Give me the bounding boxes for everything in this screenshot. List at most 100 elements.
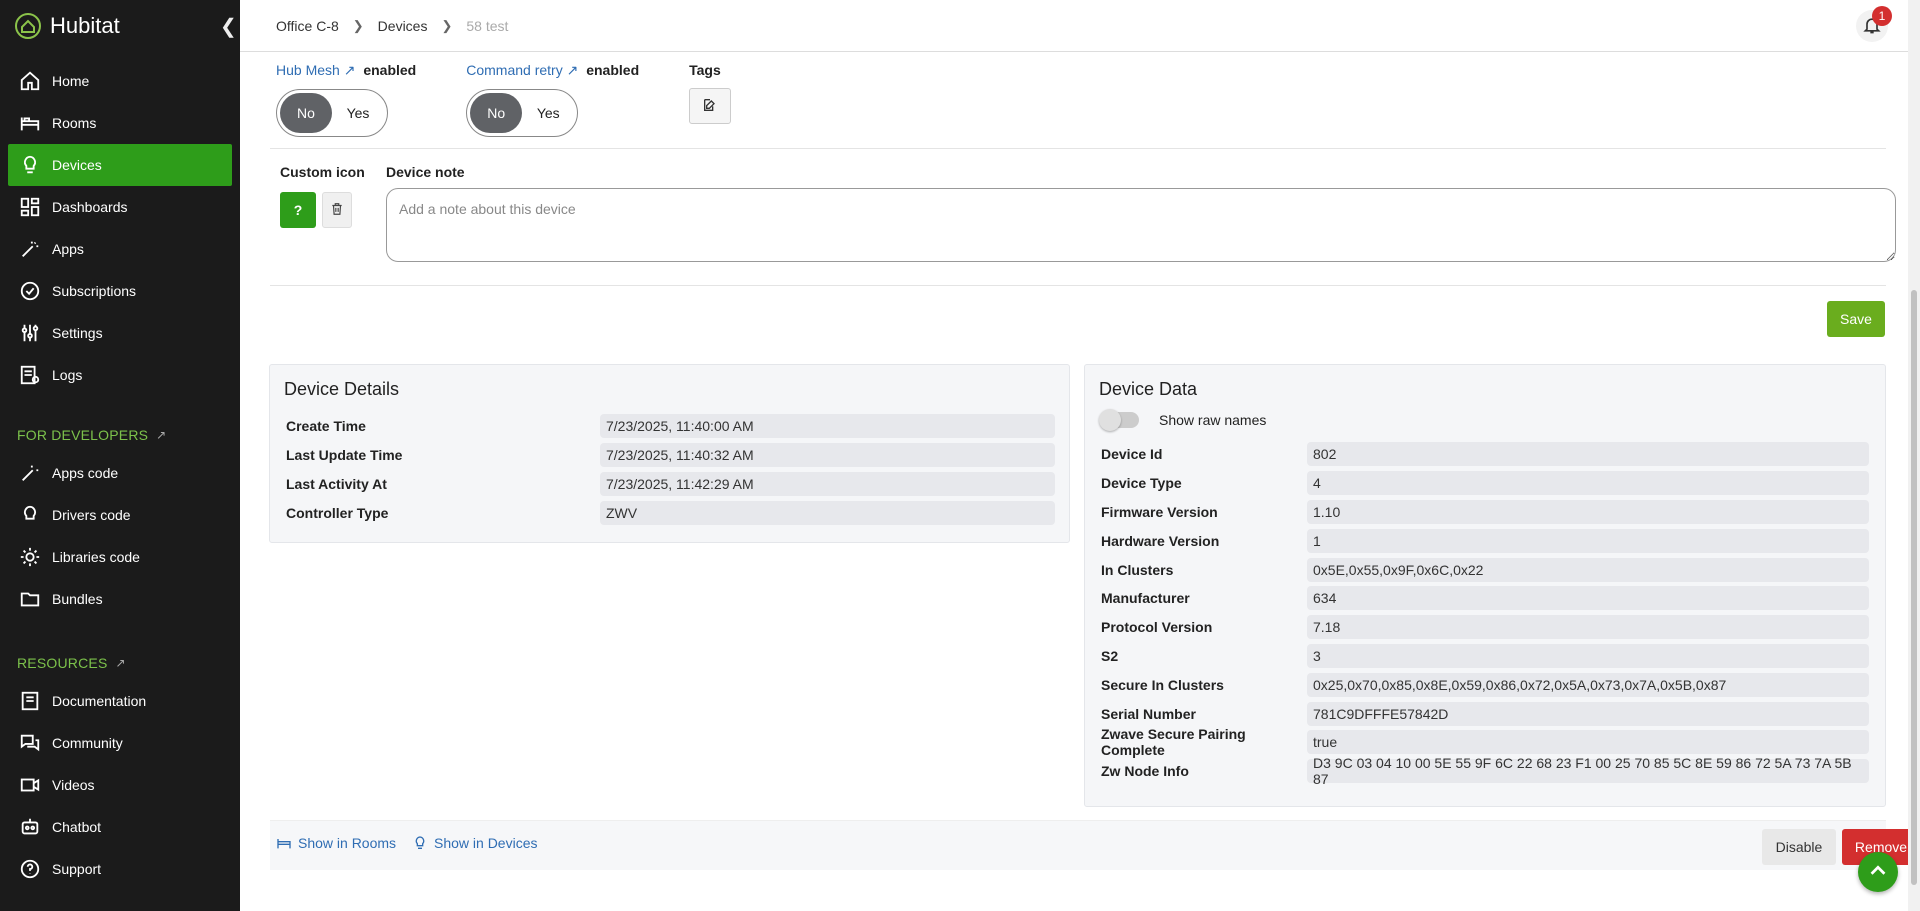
developers-heading-label: FOR DEVELOPERS — [17, 427, 149, 443]
folder-icon — [18, 587, 42, 611]
delete-icon-button[interactable] — [322, 192, 352, 228]
command-retry-no[interactable]: No — [470, 93, 523, 133]
show-in-devices-link[interactable]: Show in Devices — [412, 835, 538, 851]
sidebar-item-documentation[interactable]: Documentation — [8, 680, 232, 722]
data-row: In Clusters 0x5E,0x55,0x9F,0x6C,0x22 — [1099, 555, 1871, 584]
hub-mesh-state: enabled — [363, 62, 417, 78]
sidebar-item-logs[interactable]: Logs — [8, 354, 232, 396]
row-value: 7/23/2025, 11:40:00 AM — [600, 414, 1055, 439]
scroll-to-top-button[interactable] — [1858, 852, 1898, 892]
show-in-rooms-link[interactable]: Show in Rooms — [276, 835, 396, 851]
sidebar-item-label: Libraries code — [52, 549, 140, 565]
breadcrumb-devices[interactable]: Devices — [378, 18, 428, 34]
home-icon — [18, 69, 42, 93]
row-value: true — [1307, 730, 1869, 755]
sidebar-item-home[interactable]: Home — [8, 60, 232, 102]
device-note-label: Device note — [386, 164, 465, 180]
code-wand-icon — [18, 461, 42, 485]
collapse-sidebar-icon[interactable]: ❮ — [220, 14, 237, 39]
sidebar-item-subscriptions[interactable]: Subscriptions — [8, 270, 232, 312]
sidebar-item-label: Apps — [52, 241, 84, 257]
sidebar-item-label: Logs — [52, 367, 83, 383]
developers-heading[interactable]: FOR DEVELOPERS ↗ — [0, 420, 240, 450]
sidebar-item-support[interactable]: Support — [8, 848, 232, 890]
expand-icon[interactable]: ↗ — [156, 428, 166, 442]
bulb-icon — [18, 153, 42, 177]
row-key: Last Update Time — [286, 447, 403, 464]
sidebar-item-label: Documentation — [52, 693, 147, 709]
command-retry-toggle[interactable]: No Yes — [466, 89, 579, 137]
hubitat-logo-icon — [14, 12, 42, 40]
disable-button[interactable]: Disable — [1762, 829, 1836, 865]
scrollbar-thumb[interactable] — [1911, 290, 1917, 885]
chat-bubbles-icon — [18, 731, 42, 755]
external-link-icon[interactable]: ↗ — [567, 62, 579, 78]
logs-icon — [18, 363, 42, 387]
sidebar-item-label: Community — [52, 735, 123, 751]
resources-heading[interactable]: RESOURCES ↗ — [0, 648, 240, 678]
sidebar-item-bundles[interactable]: Bundles — [8, 578, 232, 620]
gear-code-icon — [18, 545, 42, 569]
sidebar-item-community[interactable]: Community — [8, 722, 232, 764]
sidebar-item-apps-code[interactable]: Apps code — [8, 452, 232, 494]
device-note-section: Device note — [386, 164, 1896, 265]
notifications-button[interactable]: 1 — [1856, 6, 1892, 42]
sidebar-item-label: Bundles — [52, 591, 103, 607]
data-row: Device Id 802 — [1099, 440, 1871, 469]
device-data-title: Device Data — [1099, 379, 1198, 399]
row-key: Manufacturer — [1101, 590, 1190, 607]
row-value: 3 — [1307, 643, 1869, 668]
device-note-input[interactable] — [386, 188, 1896, 262]
sidebar-item-drivers-code[interactable]: Drivers code — [8, 494, 232, 536]
save-button[interactable]: Save — [1827, 301, 1885, 337]
main-content: Office C-8 ❯ Devices ❯ 58 test 1 Hub Mes… — [240, 0, 1920, 911]
bed-icon — [18, 111, 42, 135]
command-retry-yes[interactable]: Yes — [522, 93, 574, 133]
expand-icon[interactable]: ↗ — [115, 656, 125, 670]
sidebar-item-chatbot[interactable]: Chatbot — [8, 806, 232, 848]
brand[interactable]: Hubitat — [0, 0, 240, 52]
sidebar-item-libraries-code[interactable]: Libraries code — [8, 536, 232, 578]
hub-mesh-no[interactable]: No — [280, 93, 332, 133]
sidebar-item-settings[interactable]: Settings — [8, 312, 232, 354]
command-retry-link[interactable]: Command retry — [466, 62, 562, 78]
show-in-devices-label: Show in Devices — [434, 835, 538, 851]
data-row: S2 3 — [1099, 642, 1871, 671]
main-nav: Home Rooms Devices Dashboards Apps Subsc… — [0, 60, 240, 396]
external-link-icon[interactable]: ↗ — [344, 62, 356, 78]
data-row: Secure In Clusters 0x25,0x70,0x85,0x8E,0x… — [1099, 670, 1871, 699]
hub-mesh-option: Hub Mesh ↗ enabled No Yes — [276, 62, 416, 137]
help-circle-icon — [18, 857, 42, 881]
sidebar-item-dashboards[interactable]: Dashboards — [8, 186, 232, 228]
custom-icon-button[interactable]: ? — [280, 192, 316, 228]
sidebar-item-label: Devices — [52, 157, 102, 173]
breadcrumb-hub[interactable]: Office C-8 — [276, 18, 339, 34]
show-in-rooms-label: Show in Rooms — [298, 835, 397, 851]
hub-mesh-link[interactable]: Hub Mesh — [276, 62, 340, 78]
command-retry-state: enabled — [586, 62, 640, 78]
sidebar-item-label: Home — [52, 73, 90, 89]
row-key: Hardware Version — [1101, 532, 1220, 549]
sidebar-item-label: Settings — [52, 325, 103, 341]
edit-tags-button[interactable] — [689, 88, 732, 124]
page-scrollbar[interactable] — [1908, 0, 1920, 911]
hub-mesh-yes[interactable]: Yes — [332, 93, 384, 133]
edit-icon — [702, 97, 718, 116]
row-value: 634 — [1307, 586, 1869, 611]
sidebar-item-videos[interactable]: Videos — [8, 764, 232, 806]
raw-names-switch[interactable] — [1099, 409, 1139, 431]
resources-nav: Documentation Community Videos Chatbot S… — [0, 680, 240, 890]
sidebar-item-devices[interactable]: Devices — [8, 144, 232, 186]
row-value: ZWV — [600, 500, 1055, 525]
wand-icon — [18, 237, 42, 261]
row-value: 1.10 — [1307, 499, 1869, 524]
data-row: Last Update Time 7/23/2025, 11:40:32 AM — [284, 441, 1055, 470]
hub-mesh-toggle[interactable]: No Yes — [276, 89, 388, 137]
sidebar-item-apps[interactable]: Apps — [8, 228, 232, 270]
sidebar-item-label: Chatbot — [52, 819, 102, 835]
video-icon — [18, 773, 42, 797]
sidebar-item-rooms[interactable]: Rooms — [8, 102, 232, 144]
sidebar-item-label: Dashboards — [52, 199, 128, 215]
chevron-up-icon — [1867, 860, 1889, 885]
row-key: Create Time — [286, 418, 366, 435]
